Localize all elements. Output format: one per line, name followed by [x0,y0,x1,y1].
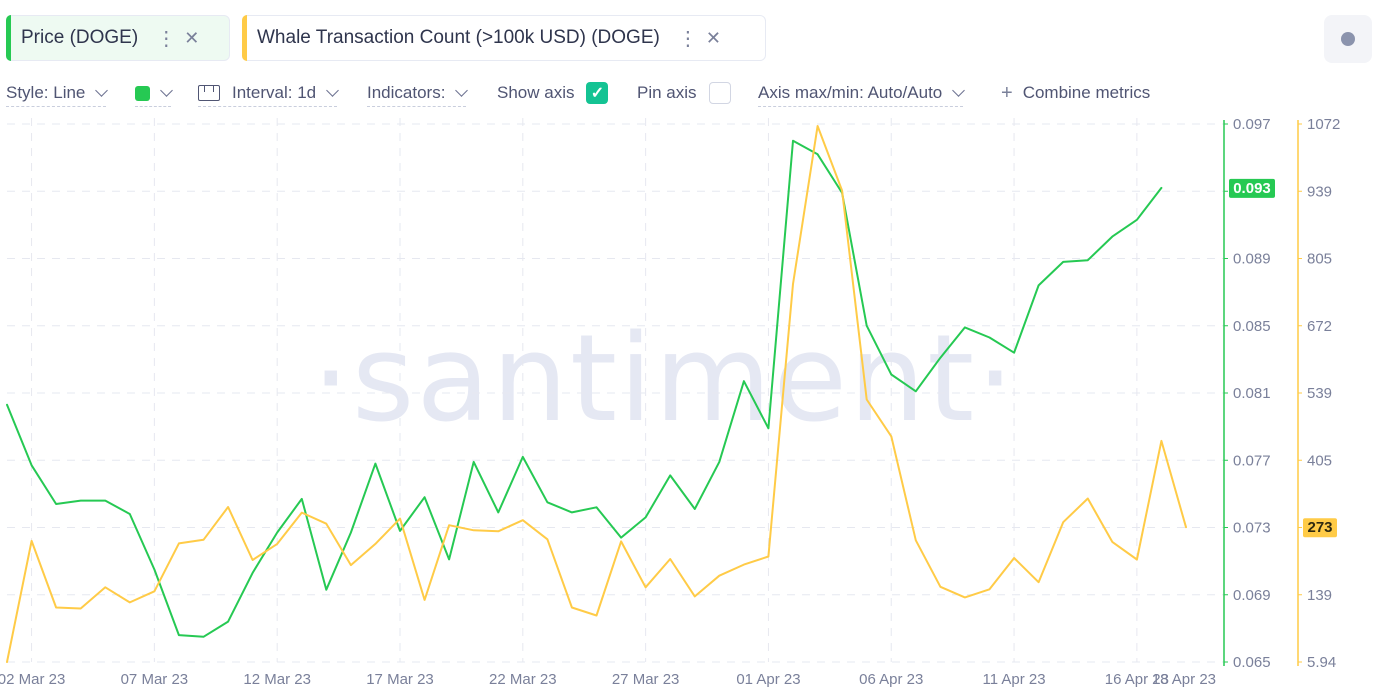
close-icon[interactable]: ✕ [184,28,199,49]
pin-axis-label: Pin axis [637,83,697,102]
price-axis-tick-label: 0.069 [1233,587,1271,604]
whale-axis-tick-label: 672 [1307,318,1332,335]
calendar-icon [198,85,220,101]
x-tick-label: 01 Apr 23 [736,671,800,688]
close-icon[interactable]: ✕ [706,28,721,49]
metric-label: Price (DOGE) [21,27,139,48]
price-last-value-label: 0.093 [1233,180,1271,197]
chevron-down-icon [95,84,109,97]
x-tick-label: 12 Mar 23 [243,671,311,688]
chevron-down-icon [455,84,469,97]
x-tick-label: 07 Mar 23 [121,671,189,688]
style-label: Style: Line [6,83,86,102]
price-axis-tick-label: 0.077 [1233,452,1271,469]
x-tick-label: 18 Apr 23 [1152,671,1216,688]
metric-tab-price[interactable]: Price (DOGE) ⋮ ✕ [6,15,230,61]
axis-maxmin-dropdown[interactable]: Axis max/min: Auto/Auto [758,80,966,107]
plus-icon: + [1001,81,1013,104]
metrics-bar: Price (DOGE) ⋮ ✕ Whale Transaction Count… [0,0,1374,70]
whale-last-value-label: 273 [1307,519,1332,536]
interval-dropdown[interactable]: Interval: 1d [198,80,339,107]
axis-maxmin-label: Axis max/min: Auto/Auto [758,83,943,102]
whale-axis-tick-label: 539 [1307,385,1332,402]
more-vertical-icon[interactable]: ⋮ [678,26,698,51]
color-swatch [135,85,150,101]
x-tick-label: 02 Mar 23 [0,671,65,688]
whale-axis-tick-label: 805 [1307,251,1332,268]
pin-axis-checkbox[interactable] [708,82,731,104]
x-tick-label: 27 Mar 23 [612,671,680,688]
pin-axis-toggle[interactable]: Pin axis [637,80,731,106]
whale-axis-tick-label: 405 [1307,452,1332,469]
price-axis-tick-label: 0.085 [1233,318,1271,335]
chevron-down-icon [952,84,966,97]
more-vertical-icon[interactable]: ⋮ [156,26,176,51]
settings-dot-icon [1341,32,1355,46]
price-axis-tick-label: 0.089 [1233,251,1271,268]
price-axis-tick-label: 0.073 [1233,520,1271,537]
price-axis-tick-label: 0.097 [1233,116,1271,133]
interval-label: Interval: 1d [232,83,317,102]
whale-axis-tick-label: 139 [1307,587,1332,604]
x-tick-label: 17 Mar 23 [366,671,434,688]
price-axis-tick-label: 0.065 [1233,654,1271,671]
show-axis-toggle[interactable]: Show axis ✓ [497,80,609,106]
chart-settings-button[interactable] [1324,15,1372,63]
metric-tab-whale-transactions[interactable]: Whale Transaction Count (>100k USD) (DOG… [242,15,766,61]
santiment-watermark: ·santiment· [312,310,1017,449]
chevron-down-icon [326,84,339,97]
chart-toolbar: Style: Line Interval: 1d Indicators: Sho… [0,74,1374,108]
price-whale-chart[interactable]: ·santiment· 02 Mar 23 07 Mar 23 12 Mar 23 1… [0,110,1374,700]
price-axis-tick-label: 0.081 [1233,385,1271,402]
combine-metrics-label: Combine metrics [1022,83,1151,102]
combine-metrics-button[interactable]: + Combine metrics [1001,80,1150,106]
style-dropdown[interactable]: Style: Line [6,80,109,107]
whale-axis-tick-label: 1072 [1307,116,1340,133]
indicators-dropdown[interactable]: Indicators: [367,80,469,107]
show-axis-label: Show axis [497,83,575,102]
metric-color-accent [242,15,247,61]
indicators-label: Indicators: [367,83,446,102]
x-tick-label: 06 Apr 23 [859,671,923,688]
metric-label: Whale Transaction Count (>100k USD) (DOG… [257,27,660,48]
x-tick-label: 22 Mar 23 [489,671,557,688]
metric-color-accent [6,15,11,61]
whale-axis-tick-label: 5.94 [1307,654,1336,671]
color-dropdown[interactable] [135,80,173,107]
chevron-down-icon [160,84,173,97]
show-axis-checkbox[interactable]: ✓ [586,82,609,104]
whale-axis-tick-label: 939 [1307,183,1332,200]
x-tick-label: 11 Apr 23 [983,671,1046,688]
